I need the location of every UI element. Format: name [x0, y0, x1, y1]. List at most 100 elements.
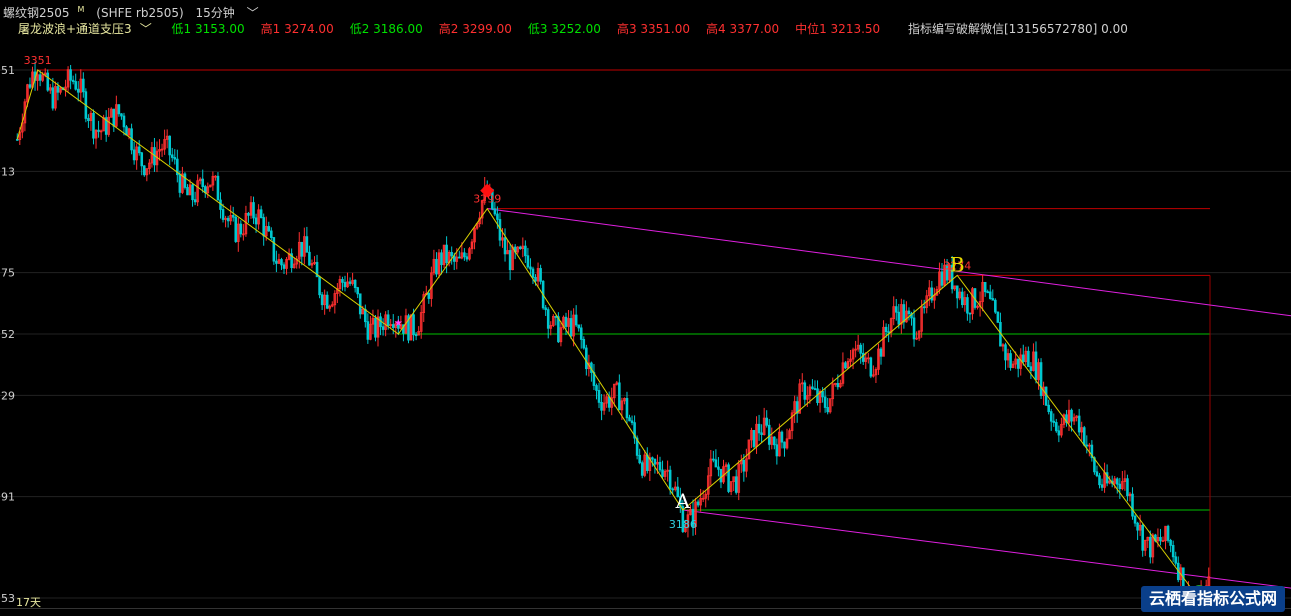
y-tick-label: 75 [1, 267, 15, 280]
legend-item-text: 高1 3274.00 [260, 22, 334, 36]
candle-body [760, 432, 763, 435]
candle-body [353, 279, 357, 289]
candle-body [97, 129, 100, 132]
candle-body [120, 113, 123, 117]
candle-body [994, 299, 997, 313]
candle-body [82, 78, 85, 93]
candle-body [861, 352, 865, 362]
candle-body [69, 69, 72, 81]
candle-body [625, 398, 629, 419]
candle-body [1049, 411, 1053, 422]
candle-body [671, 488, 674, 491]
candle-body [374, 317, 377, 338]
candle-body [597, 390, 601, 403]
candle-body [168, 135, 171, 156]
candle-body [569, 318, 573, 337]
candle-body [1141, 524, 1144, 551]
candle-body [714, 459, 718, 468]
candle-body [922, 306, 926, 309]
candle-body [1131, 493, 1134, 517]
legend-item: 低2 3186.00 [350, 22, 431, 36]
y-axis: 51 13 75 52 29 91 53 [1, 64, 15, 605]
candle-body [668, 469, 672, 490]
candle-body [600, 401, 603, 411]
legend-item-text: 低3 3252.00 [527, 22, 601, 36]
candle-body [661, 469, 664, 477]
candle-body [117, 104, 121, 115]
candle-body [87, 118, 90, 122]
candle-body [717, 466, 720, 470]
candle-body [239, 223, 243, 235]
candle-body [526, 255, 530, 268]
legend-item-text: 中位1 3213.50 [795, 22, 881, 36]
y-tick-label: 29 [1, 389, 15, 402]
candle-body [757, 423, 761, 434]
candle-body [262, 217, 265, 237]
candle-body [381, 326, 385, 330]
candle-body [986, 291, 990, 294]
candle-body [51, 87, 55, 109]
period-selector[interactable]: 15分钟 ﹀ [196, 6, 267, 20]
candle-body [496, 213, 499, 220]
candle-body [534, 277, 537, 282]
candle-body [137, 146, 141, 154]
candle-body [1052, 420, 1056, 423]
candle-body [412, 314, 415, 336]
candle-body [595, 385, 598, 391]
candle-body [1070, 409, 1073, 422]
candle-body [234, 216, 238, 242]
candle-body [991, 298, 995, 301]
symbol-name[interactable]: 螺纹钢2505 M [0, 5, 84, 20]
candle-body [1159, 537, 1162, 542]
candle-body [524, 245, 527, 257]
candle-body [811, 386, 814, 389]
candle-body [267, 226, 271, 232]
candle-body [493, 208, 497, 215]
candle-body [503, 237, 507, 255]
candle-body [270, 230, 273, 238]
candle-body [518, 246, 522, 250]
candle-body [859, 344, 862, 354]
period-label: 15分钟 [195, 6, 235, 20]
candle-body [364, 308, 367, 323]
star-icon: ★ [394, 318, 403, 329]
candle-body [71, 79, 75, 82]
candle-body [320, 294, 324, 306]
legend-item-text: 高4 3377.00 [706, 22, 780, 36]
candle-body [173, 157, 177, 160]
y-tick-label: 52 [1, 328, 15, 341]
indicator-selector[interactable]: 屠龙波浪+通道支压3 ﹀ [18, 22, 160, 36]
candle-body [579, 327, 583, 340]
legend-item: 低3 3252.00 [528, 22, 609, 36]
candle-body [996, 311, 1000, 323]
candle-body [445, 244, 448, 264]
candle-body [1085, 444, 1089, 447]
candle-body [15, 138, 19, 141]
candle-body [193, 199, 197, 203]
candle-body [112, 108, 116, 127]
candle-body [638, 454, 641, 464]
candle-body [719, 468, 723, 483]
price-chart[interactable]: 3351329931863274★ABC 51137552299153 [0, 38, 1291, 608]
candle-body [531, 268, 535, 278]
candle-body [435, 258, 438, 275]
candle-body [76, 88, 80, 93]
candle-body [254, 217, 258, 225]
candle-body [813, 388, 817, 390]
candle-body [1016, 358, 1020, 369]
candle-body [440, 252, 443, 266]
watermark: 云栖看指标公式网 [1140, 586, 1285, 612]
candle-body [465, 256, 469, 260]
candle-body [458, 256, 461, 259]
candle-body [463, 252, 466, 258]
candle-body [1136, 522, 1139, 531]
candle-body [887, 331, 890, 334]
candle-body [826, 407, 829, 413]
wave-value-label: 3351 [24, 54, 52, 67]
candle-body [1166, 525, 1170, 541]
candle-body [775, 444, 779, 457]
candle-body [961, 291, 964, 306]
candle-body [508, 250, 512, 271]
legend-item-text: 高2 3299.00 [438, 22, 512, 36]
candle-body [1039, 362, 1043, 397]
